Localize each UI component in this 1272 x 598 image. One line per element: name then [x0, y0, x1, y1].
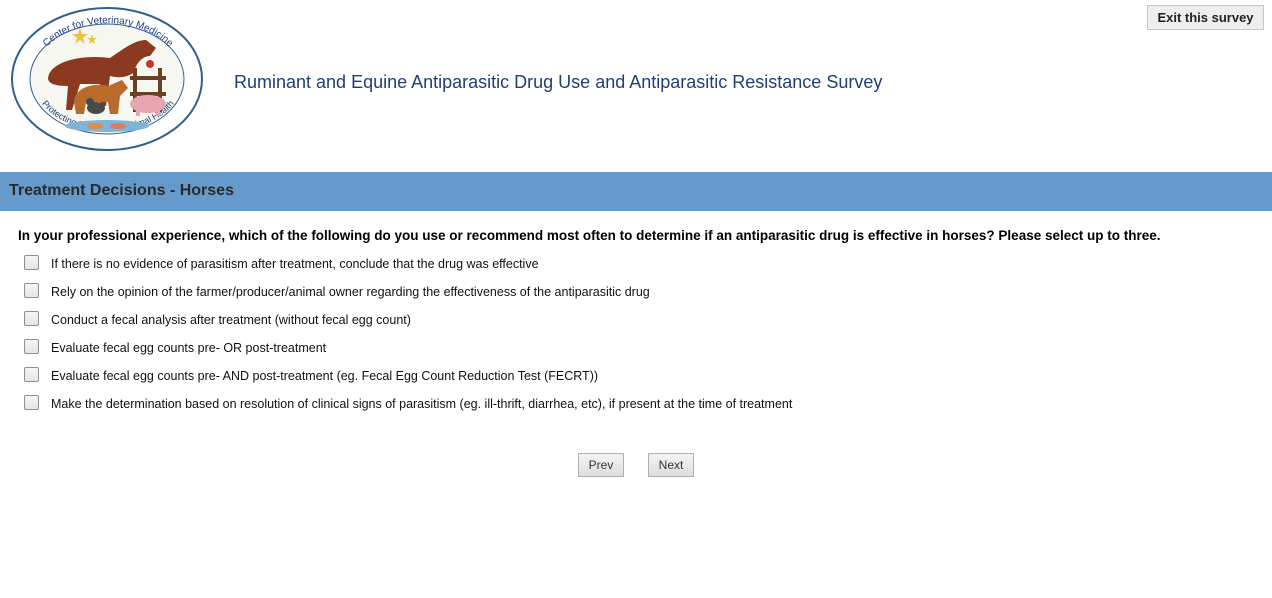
option-label[interactable]: Rely on the opinion of the farmer/produc…: [51, 285, 650, 299]
exit-survey-button[interactable]: Exit this survey: [1147, 5, 1264, 30]
option-label[interactable]: Evaluate fecal egg counts pre- AND post-…: [51, 369, 598, 383]
option-checkbox[interactable]: [24, 283, 39, 298]
next-button[interactable]: Next: [648, 453, 694, 477]
survey-title: Ruminant and Equine Antiparasitic Drug U…: [234, 72, 883, 92]
question-text: In your professional experience, which o…: [18, 228, 1161, 243]
option-label[interactable]: Conduct a fecal analysis after treatment…: [51, 313, 411, 327]
section-banner: Treatment Decisions - Horses: [0, 172, 1272, 211]
option-checkbox[interactable]: [24, 311, 39, 326]
option-checkbox[interactable]: [24, 395, 39, 410]
option-label[interactable]: Evaluate fecal egg counts pre- OR post-t…: [51, 341, 326, 355]
page-header: Center for Veterinary Medicine Protectin…: [0, 0, 1272, 172]
option-label[interactable]: Make the determination based on resoluti…: [51, 397, 792, 411]
section-title: Treatment Decisions - Horses: [9, 182, 234, 199]
cvm-logo: Center for Veterinary Medicine Protectin…: [11, 7, 203, 151]
option-label[interactable]: If there is no evidence of parasitism af…: [51, 257, 539, 271]
option-checkbox[interactable]: [24, 255, 39, 270]
option-checkbox[interactable]: [24, 367, 39, 382]
prev-button[interactable]: Prev: [578, 453, 624, 477]
option-checkbox[interactable]: [24, 339, 39, 354]
